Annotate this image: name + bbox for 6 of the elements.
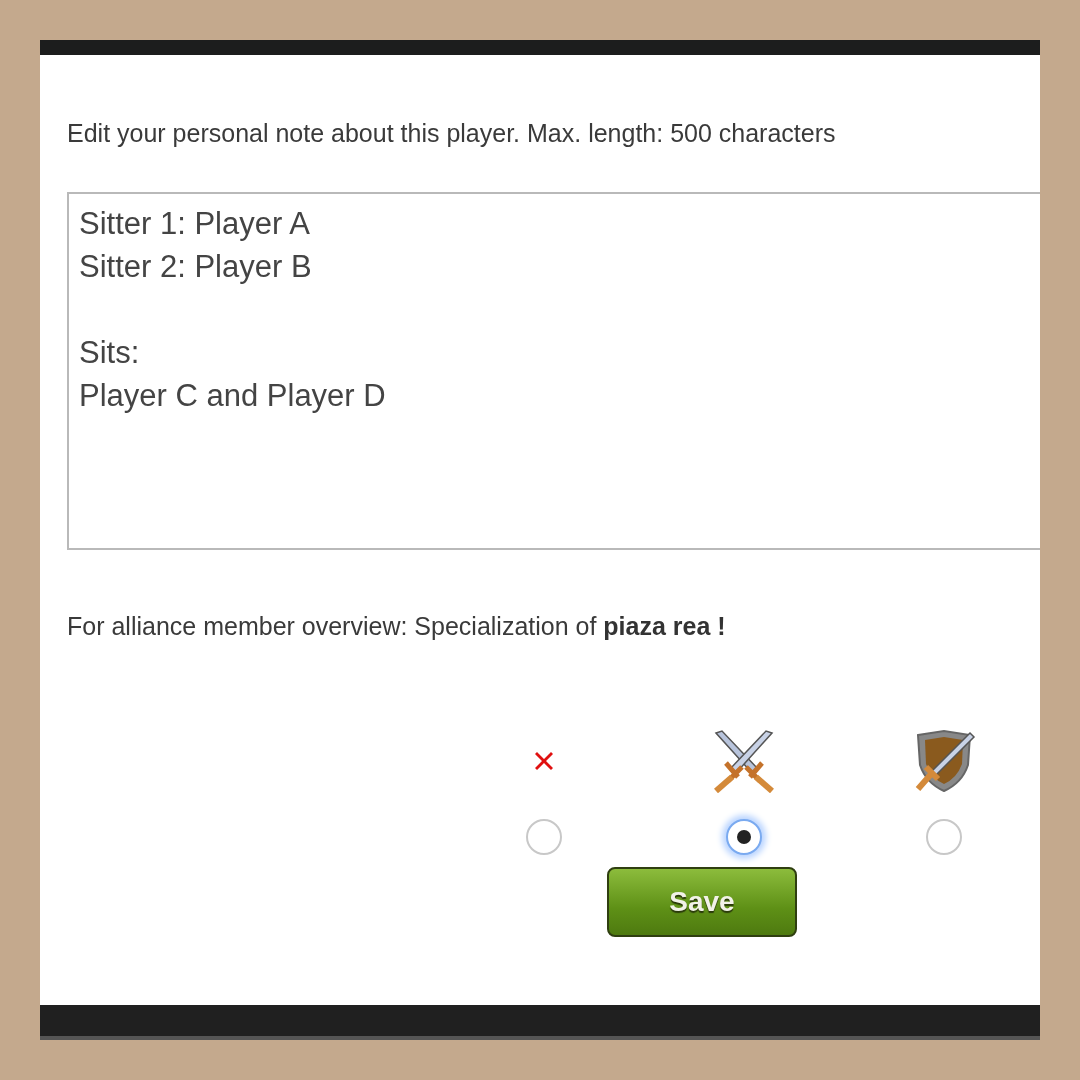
radio-button[interactable] bbox=[526, 819, 562, 855]
radio-button[interactable] bbox=[926, 819, 962, 855]
note-instructions: Edit your personal note about this player. Max. length: 500 characters bbox=[67, 119, 837, 148]
specialization-label: For alliance member overview: Specialization of piaza rea ! bbox=[67, 612, 727, 641]
note-field[interactable]: Sitter 1: Player A Sitter 2: Player B Sits: Player C and Player D bbox=[67, 192, 1040, 550]
radio-button[interactable] bbox=[726, 819, 762, 855]
